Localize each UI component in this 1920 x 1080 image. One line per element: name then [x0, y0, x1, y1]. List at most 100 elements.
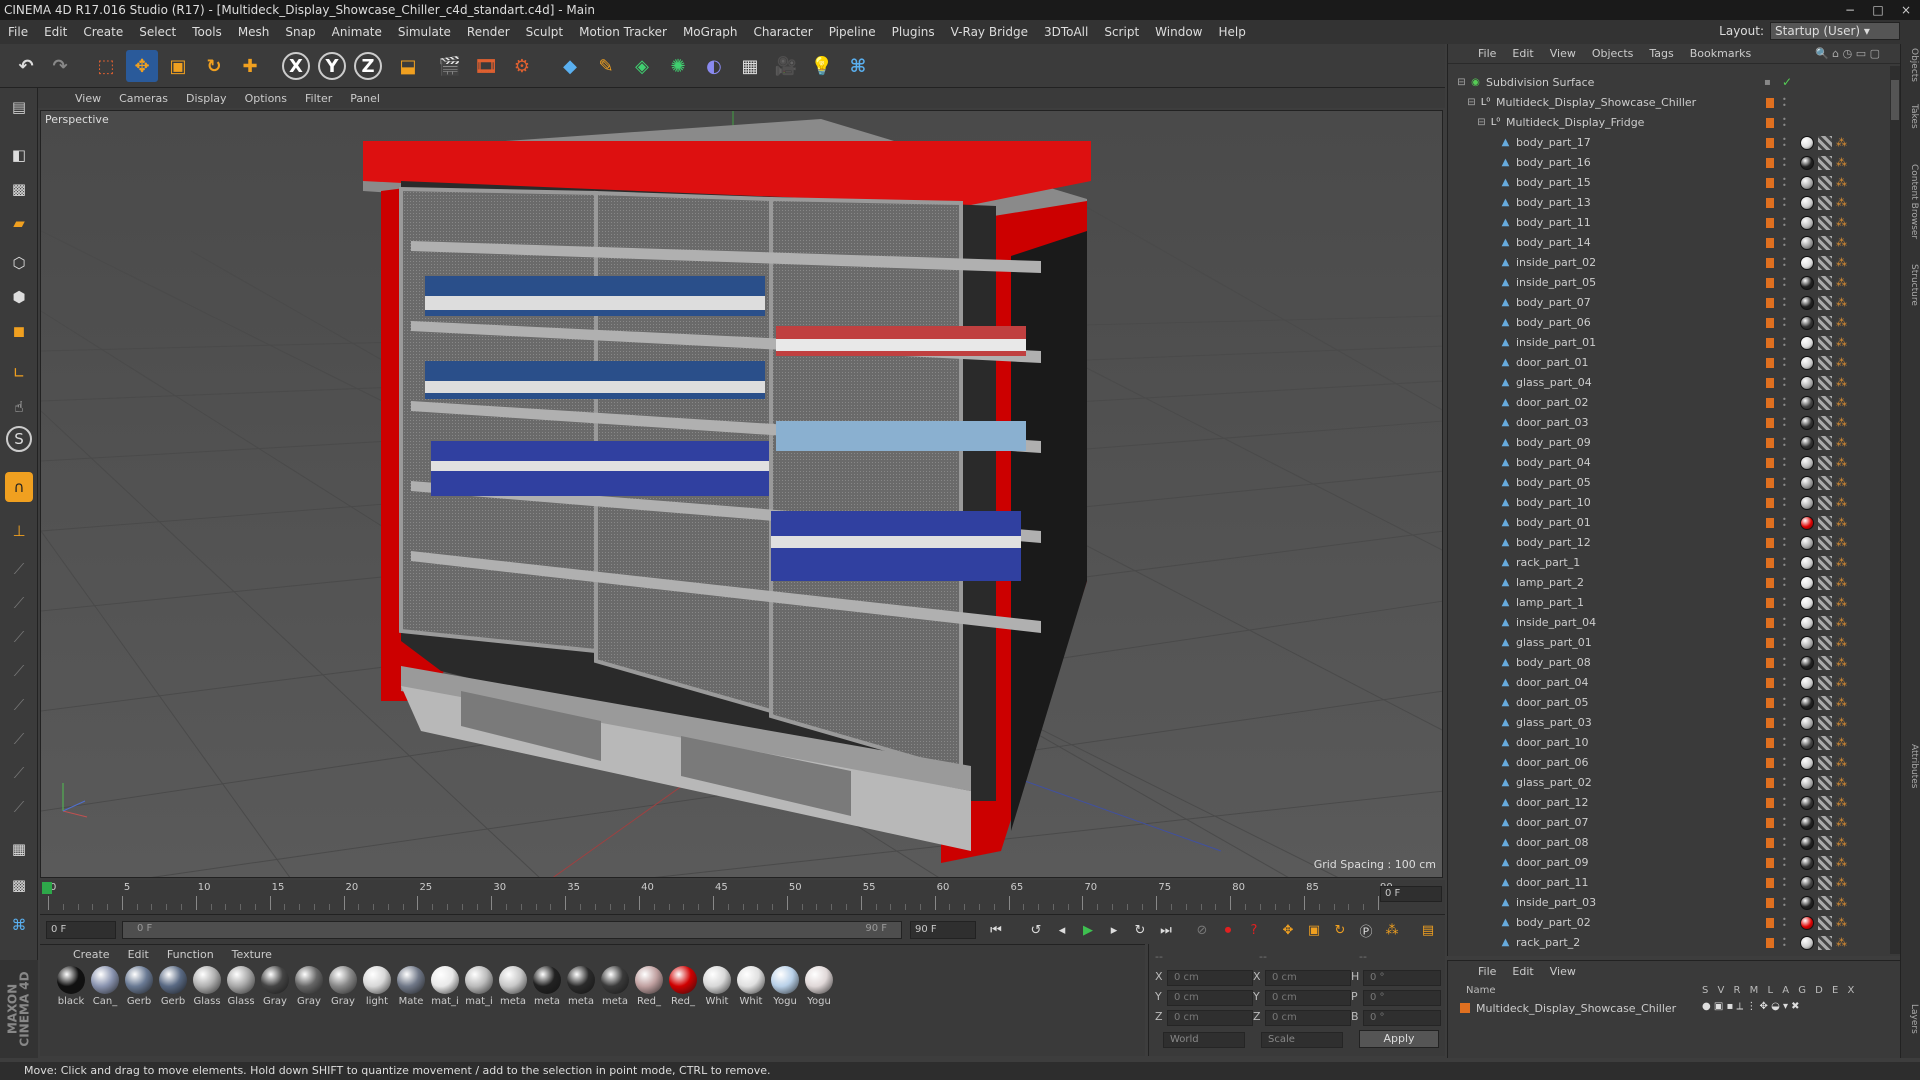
size-x-field[interactable]: 0 cm [1265, 970, 1351, 986]
object-menu-bookmarks[interactable]: Bookmarks [1682, 47, 1759, 60]
minimize-button[interactable]: − [1836, 0, 1864, 20]
material-tag-icon[interactable] [1800, 836, 1814, 850]
uvw-tag-icon[interactable] [1818, 516, 1832, 530]
material-tag-icon[interactable] [1800, 716, 1814, 730]
rot-p-field[interactable]: 0 ° [1363, 990, 1441, 1006]
layer-menu-file[interactable]: File [1470, 965, 1504, 978]
object-menu-objects[interactable]: Objects [1584, 47, 1642, 60]
render-view-icon[interactable]: 🎬 [434, 50, 466, 82]
material-tag-icon[interactable] [1800, 616, 1814, 630]
maximize-button[interactable]: □ [1864, 0, 1892, 20]
tree-row[interactable]: ▲ rack_part_2 • • ⁂ [1448, 933, 1888, 953]
material-swatch[interactable]: Yogu [768, 966, 802, 1007]
visibility-dots-icon[interactable]: • • [1782, 96, 1787, 110]
phong-tag-icon[interactable]: ⁂ [1836, 776, 1847, 790]
material-tag-icon[interactable] [1800, 416, 1814, 430]
tree-row[interactable]: ▲ body_part_10 • • ⁂ [1448, 493, 1888, 513]
layer-row[interactable]: Multideck_Display_Showcase_Chiller ● ▣ ▪… [1458, 1001, 1888, 1017]
menu-sculpt[interactable]: Sculpt [518, 25, 571, 39]
collapse-icon[interactable]: ⊟ [1476, 117, 1487, 128]
material-swatch[interactable]: Whit [700, 966, 734, 1007]
uvw-tag-icon[interactable] [1818, 896, 1832, 910]
tree-row[interactable]: ▲ door_part_07 • • ⁂ [1448, 813, 1888, 833]
visibility-dots-icon[interactable]: • • [1782, 156, 1787, 170]
previous-key-icon[interactable]: ↺ [1024, 919, 1048, 941]
phong-tag-icon[interactable]: ⁂ [1836, 616, 1847, 630]
key-scale-icon[interactable]: ▣ [1302, 919, 1326, 941]
tree-row[interactable]: ▲ body_part_12 • • ⁂ [1448, 533, 1888, 553]
uvw-tag-icon[interactable] [1818, 436, 1832, 450]
sculpt-tool-8-icon[interactable]: ⟋ [3, 792, 35, 822]
uvw-tag-icon[interactable] [1818, 716, 1832, 730]
menu-plugins[interactable]: Plugins [884, 25, 943, 39]
end-frame-field[interactable]: 90 F [910, 921, 976, 939]
menu-render[interactable]: Render [459, 25, 518, 39]
phong-tag-icon[interactable]: ⁂ [1836, 396, 1847, 410]
uvw-tag-icon[interactable] [1818, 196, 1832, 210]
nurbs-icon[interactable]: ◈ [626, 50, 658, 82]
material-swatch[interactable]: Red_ [632, 966, 666, 1007]
uvw-tag-icon[interactable] [1818, 136, 1832, 150]
visibility-dots-icon[interactable]: • • [1782, 496, 1787, 510]
uvw-tag-icon[interactable] [1818, 316, 1832, 330]
material-swatch[interactable]: mat_i [428, 966, 462, 1007]
phong-tag-icon[interactable]: ⁂ [1836, 896, 1847, 910]
material-swatch[interactable]: light [360, 966, 394, 1007]
visibility-dots-icon[interactable]: • • [1782, 176, 1787, 190]
key-position-icon[interactable]: ✥ [1276, 919, 1300, 941]
uvw-tag-icon[interactable] [1818, 276, 1832, 290]
uvw-tag-icon[interactable] [1818, 916, 1832, 930]
phong-tag-icon[interactable]: ⁂ [1836, 476, 1847, 490]
deformer-icon[interactable]: ◐ [698, 50, 730, 82]
object-menu-file[interactable]: File [1470, 47, 1504, 60]
material-swatch[interactable]: Glass [190, 966, 224, 1007]
visibility-dots-icon[interactable]: • • [1782, 236, 1787, 250]
visibility-dots-icon[interactable]: • • [1782, 696, 1787, 710]
phong-tag-icon[interactable]: ⁂ [1836, 296, 1847, 310]
menu-motion-tracker[interactable]: Motion Tracker [571, 25, 675, 39]
uvw-tag-icon[interactable] [1818, 736, 1832, 750]
tree-row[interactable]: ▲ body_part_02 • • ⁂ [1448, 913, 1888, 933]
material-swatch[interactable]: meta [496, 966, 530, 1007]
pos-x-field[interactable]: 0 cm [1167, 970, 1253, 986]
pen-spline-icon[interactable]: ✎ [590, 50, 622, 82]
phong-tag-icon[interactable]: ⁂ [1836, 736, 1847, 750]
menu-mograph[interactable]: MoGraph [675, 25, 746, 39]
phong-tag-icon[interactable]: ⁂ [1836, 816, 1847, 830]
collapse-icon[interactable]: ⊟ [1456, 77, 1467, 88]
layer-menu-edit[interactable]: Edit [1504, 965, 1541, 978]
phong-tag-icon[interactable]: ⁂ [1836, 156, 1847, 170]
material-swatch[interactable]: Gray [258, 966, 292, 1007]
visibility-dots-icon[interactable]: • • [1782, 796, 1787, 810]
axis-mode-icon[interactable]: ∟ [3, 358, 35, 388]
tree-row[interactable]: ▲ door_part_09 • • ⁂ [1448, 853, 1888, 873]
undo-icon[interactable]: ↶ [10, 50, 42, 82]
visibility-dots-icon[interactable]: • • [1782, 576, 1787, 590]
uvw-tag-icon[interactable] [1818, 396, 1832, 410]
uvw-tag-icon[interactable] [1818, 796, 1832, 810]
tree-row[interactable]: ▲ inside_part_01 • • ⁂ [1448, 333, 1888, 353]
tree-row[interactable]: ▲ glass_part_02 • • ⁂ [1448, 773, 1888, 793]
visibility-dots-icon[interactable]: • • [1782, 456, 1787, 470]
phong-tag-icon[interactable]: ⁂ [1836, 876, 1847, 890]
edges-mode-icon[interactable]: ⬢ [3, 282, 35, 312]
material-tag-icon[interactable] [1800, 476, 1814, 490]
apply-button[interactable]: Apply [1359, 1030, 1439, 1048]
tree-row[interactable]: ▲ door_part_02 • • ⁂ [1448, 393, 1888, 413]
sculpt-tool-3-icon[interactable]: ⟋ [3, 622, 35, 652]
uvw-tag-icon[interactable] [1818, 556, 1832, 570]
material-tag-icon[interactable] [1800, 196, 1814, 210]
uvw-tag-icon[interactable] [1818, 476, 1832, 490]
visibility-dots-icon[interactable]: • • [1782, 556, 1787, 570]
tree-row[interactable]: ▲ glass_part_01 • • ⁂ [1448, 633, 1888, 653]
material-tag-icon[interactable] [1800, 676, 1814, 690]
tree-row[interactable]: ▲ door_part_06 • • ⁂ [1448, 753, 1888, 773]
side-tab-attributes[interactable]: Attributes [1903, 744, 1919, 788]
layer-menu-view[interactable]: View [1542, 965, 1584, 978]
uvw-tag-icon[interactable] [1818, 176, 1832, 190]
phong-tag-icon[interactable]: ⁂ [1836, 176, 1847, 190]
material-swatch[interactable]: meta [564, 966, 598, 1007]
menu-select[interactable]: Select [131, 25, 184, 39]
uvw-tag-icon[interactable] [1818, 536, 1832, 550]
transform-tool-icon[interactable]: ✚ [234, 50, 266, 82]
